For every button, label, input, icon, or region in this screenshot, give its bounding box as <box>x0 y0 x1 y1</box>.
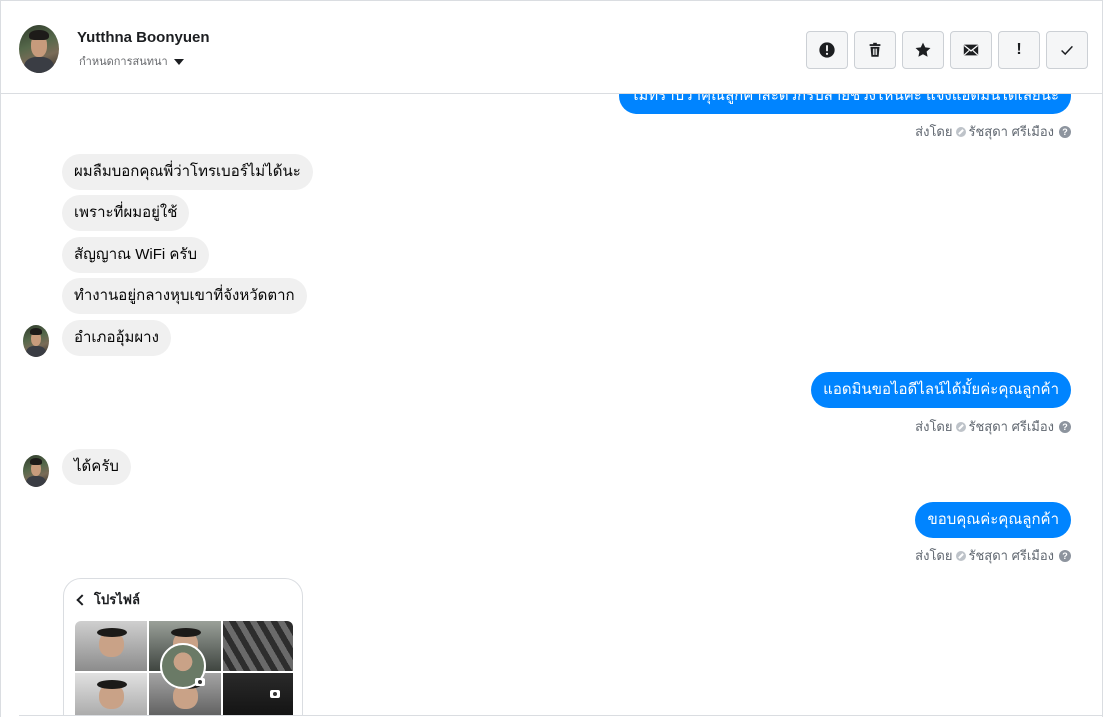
sent-by-info: ส่งโดย รัชสุดา ศรีเมือง ? <box>915 416 1071 437</box>
check-icon <box>1061 45 1073 56</box>
camera-icon <box>195 678 205 686</box>
image-attachment[interactable]: โปรไฟล์ <box>63 578 303 716</box>
help-icon[interactable]: ? <box>1059 549 1071 562</box>
contact-name[interactable]: Yutthna Boonyuen <box>77 29 210 46</box>
chevron-left-icon <box>76 593 88 606</box>
photo-thumbnail <box>75 673 147 716</box>
help-icon[interactable]: ? <box>1059 125 1071 138</box>
photo-thumbnail <box>75 621 147 671</box>
star-button[interactable] <box>902 31 944 69</box>
sent-by-info: ส่งโดย รัชสุดา ศรีเมือง ? <box>915 121 1071 142</box>
incoming-message[interactable]: สัญญาณ WiFi ครับ <box>62 237 209 273</box>
delete-button[interactable] <box>854 31 896 69</box>
outgoing-message[interactable]: ไม่ทราบว่าคุณลูกค้าสะดวกรับสายช่วงไหนคะ … <box>618 94 1071 114</box>
envelope-icon <box>963 44 979 56</box>
alert-circle-icon <box>819 42 835 58</box>
incoming-message[interactable]: ผมลืมบอกคุณพี่ว่าโทรเบอร์ไม่ได้นะ <box>62 154 313 190</box>
contact-avatar-small[interactable] <box>23 455 49 487</box>
mark-done-button[interactable] <box>1046 31 1088 69</box>
message-thread[interactable]: ไม่ทราบว่าคุณลูกค้าสะดวกรับสายช่วงไหนคะ … <box>1 94 1102 716</box>
conversation-status-dropdown[interactable]: กำหนดการสนทนา <box>79 52 184 70</box>
incoming-message[interactable]: เพราะที่ผมอยู่ใช้ <box>62 195 190 231</box>
sent-by-info: ส่งโดย รัชสุดา ศรีเมือง ? <box>915 545 1071 566</box>
seen-check-icon <box>955 126 966 137</box>
incoming-message[interactable]: อำเภออุ้มผาง <box>62 320 171 356</box>
trash-icon <box>869 42 881 57</box>
help-icon[interactable]: ? <box>1059 420 1071 433</box>
conversation-status-label: กำหนดการสนทนา <box>79 56 168 68</box>
mark-spam-button[interactable] <box>806 31 848 69</box>
photo-thumbnail <box>223 673 293 716</box>
conversation-panel: Yutthna Boonyuen กำหนดการสนทนา ! ไม่ทราบ… <box>0 0 1103 717</box>
contact-avatar[interactable] <box>19 25 59 73</box>
conversation-toolbar: ! <box>806 31 1088 69</box>
incoming-message[interactable]: ได้ครับ <box>62 449 131 485</box>
camera-icon <box>270 690 280 698</box>
star-icon <box>915 42 931 57</box>
photo-thumbnail <box>223 621 293 671</box>
incoming-message[interactable]: ทำงานอยู่กลางหุบเขาที่จังหวัดตาก <box>62 278 307 314</box>
caret-down-icon <box>173 58 184 65</box>
seen-check-icon <box>955 421 966 432</box>
contact-avatar-small[interactable] <box>23 325 49 357</box>
seen-check-icon <box>955 550 966 561</box>
mark-unread-button[interactable] <box>950 31 992 69</box>
important-button[interactable]: ! <box>998 31 1040 69</box>
conversation-header: Yutthna Boonyuen กำหนดการสนทนา ! <box>1 1 1102 94</box>
exclamation-icon: ! <box>1016 41 1022 58</box>
card-header: โปรไฟล์ <box>76 589 140 610</box>
outgoing-message[interactable]: แอดมินขอไอดีไลน์ได้มั้ยค่ะคุณลูกค้า <box>811 372 1071 408</box>
outgoing-message[interactable]: ขอบคุณค่ะคุณลูกค้า <box>915 502 1071 538</box>
composer-divider <box>19 715 1102 716</box>
